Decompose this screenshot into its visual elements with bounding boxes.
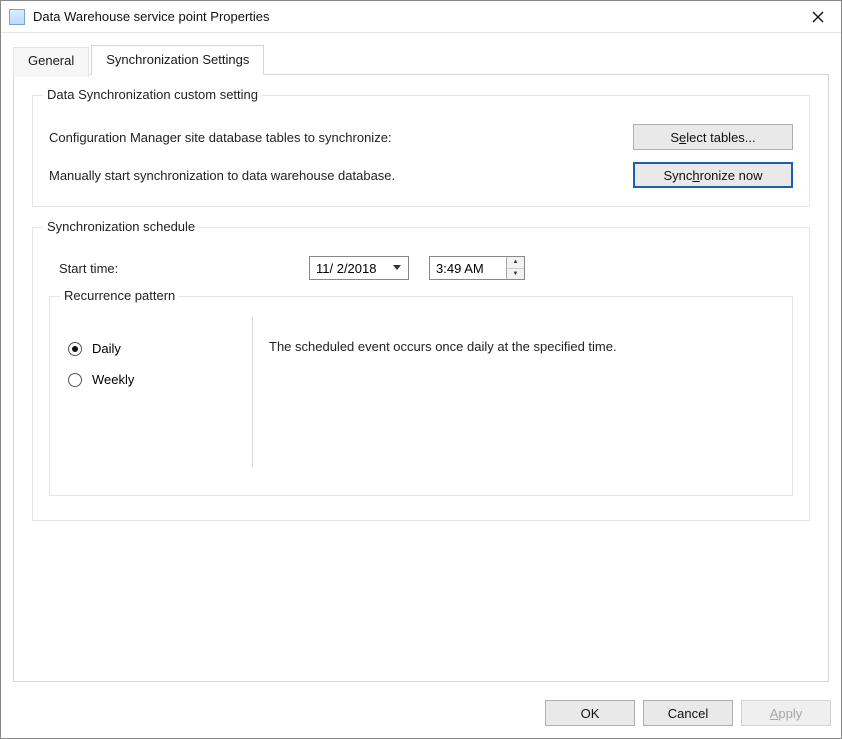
- recurrence-options: Daily Weekly: [62, 313, 252, 471]
- date-picker[interactable]: 11/ 2/2018: [309, 256, 409, 280]
- tab-sync-settings[interactable]: Synchronization Settings: [91, 45, 264, 75]
- window-title: Data Warehouse service point Properties: [33, 9, 795, 24]
- label-config-tables: Configuration Manager site database tabl…: [49, 130, 633, 145]
- radio-daily-label: Daily: [92, 341, 121, 356]
- radio-dot-icon: [68, 342, 82, 356]
- row-select-tables: Configuration Manager site database tabl…: [49, 124, 793, 150]
- apply-button: Apply: [741, 700, 831, 726]
- select-tables-button[interactable]: Select tables...: [633, 124, 793, 150]
- group-custom-title: Data Synchronization custom setting: [43, 87, 262, 102]
- label-manual-sync: Manually start synchronization to data w…: [49, 168, 633, 183]
- ok-label: OK: [581, 706, 600, 721]
- btn-text-pre: Sync: [663, 168, 692, 183]
- ok-button[interactable]: OK: [545, 700, 635, 726]
- group-recurrence: Recurrence pattern Daily Weekly: [49, 296, 793, 496]
- client-area: General Synchronization Settings Data Sy…: [1, 33, 841, 690]
- tab-panel: Data Synchronization custom setting Conf…: [13, 74, 829, 682]
- group-custom-sync: Data Synchronization custom setting Conf…: [32, 95, 810, 207]
- dialog-window: Data Warehouse service point Properties …: [0, 0, 842, 739]
- btn-text-ul: h: [692, 168, 699, 183]
- spinner-up-icon[interactable]: ▲: [507, 257, 524, 269]
- row-start-time: Start time: 11/ 2/2018 3:49 AM ▲ ▼: [53, 256, 793, 280]
- row-sync-now: Manually start synchronization to data w…: [49, 162, 793, 188]
- apply-post: pply: [778, 706, 802, 721]
- cancel-button[interactable]: Cancel: [643, 700, 733, 726]
- group-recurrence-title: Recurrence pattern: [60, 288, 179, 303]
- btn-text-post: lect tables...: [686, 130, 755, 145]
- tab-strip: General Synchronization Settings: [13, 45, 829, 75]
- radio-daily[interactable]: Daily: [68, 341, 242, 356]
- btn-text-pre: S: [670, 130, 679, 145]
- recurrence-description: The scheduled event occurs once daily at…: [253, 313, 780, 471]
- tab-sync-label: Synchronization Settings: [106, 52, 249, 67]
- close-icon: [812, 11, 824, 23]
- time-spinner[interactable]: ▲ ▼: [506, 257, 524, 279]
- time-value: 3:49 AM: [430, 261, 506, 276]
- label-start-time: Start time:: [59, 261, 289, 276]
- radio-dot-icon: [68, 373, 82, 387]
- titlebar: Data Warehouse service point Properties: [1, 1, 841, 33]
- tab-general[interactable]: General: [13, 47, 89, 77]
- radio-weekly[interactable]: Weekly: [68, 372, 242, 387]
- chevron-down-icon: [390, 265, 404, 271]
- btn-text-post: ronize now: [700, 168, 763, 183]
- recurrence-body: Daily Weekly The scheduled event occurs …: [62, 313, 780, 471]
- time-picker[interactable]: 3:49 AM ▲ ▼: [429, 256, 525, 280]
- synchronize-now-button[interactable]: Synchronize now: [633, 162, 793, 188]
- window-icon: [9, 9, 25, 25]
- spinner-down-icon[interactable]: ▼: [507, 269, 524, 280]
- date-value: 11/ 2/2018: [316, 261, 376, 276]
- group-schedule-title: Synchronization schedule: [43, 219, 199, 234]
- group-schedule: Synchronization schedule Start time: 11/…: [32, 227, 810, 521]
- tab-general-label: General: [28, 53, 74, 68]
- dialog-footer: OK Cancel Apply: [1, 690, 841, 738]
- radio-weekly-label: Weekly: [92, 372, 134, 387]
- cancel-label: Cancel: [668, 706, 708, 721]
- close-button[interactable]: [795, 1, 841, 33]
